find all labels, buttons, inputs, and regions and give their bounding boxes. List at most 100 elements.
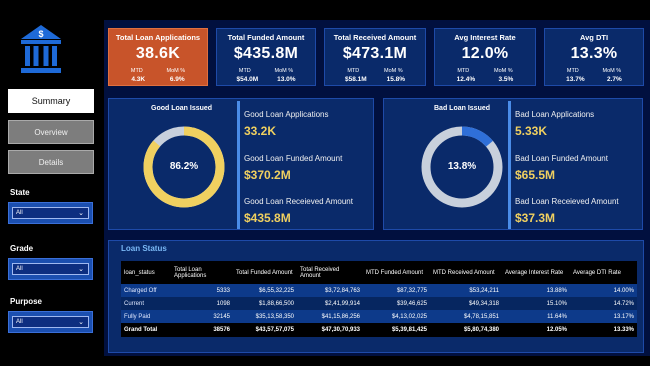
table-cell: 32145	[171, 310, 233, 323]
kpi-mom-label: MoM %	[166, 68, 186, 74]
nav-details-button[interactable]: Details	[8, 150, 94, 174]
kpi-title: Total Received Amount	[333, 33, 417, 42]
bad-applications-value: 5.33K	[515, 124, 548, 138]
column-header[interactable]: Total Funded Amount	[233, 261, 297, 284]
grade-filter-dropdown[interactable]: All ⌄	[8, 258, 93, 280]
purpose-filter-label: Purpose	[10, 297, 43, 306]
table-row[interactable]: Current 1098 $1,88,66,500 $2,41,99,914 $…	[121, 297, 637, 310]
table-cell: $53,24,211	[430, 284, 502, 297]
kpi-total-loan-applications[interactable]: Total Loan Applications 38.6K MTD MoM % 4…	[108, 28, 208, 86]
table-cell: 11.64%	[502, 310, 570, 323]
kpi-mtd-label: MTD	[238, 68, 251, 74]
table-cell: 15.10%	[502, 297, 570, 310]
loan-status-table: loan_status Total Loan Applications Tota…	[121, 261, 637, 337]
kpi-mtd-label: MTD	[347, 68, 360, 74]
table-cell: 14.00%	[570, 284, 637, 297]
chevron-down-icon: ⌄	[78, 266, 84, 273]
table-header-row: loan_status Total Loan Applications Tota…	[121, 261, 637, 284]
table-row[interactable]: Fully Paid 32145 $35,13,58,350 $41,15,86…	[121, 310, 637, 323]
table-cell: $39,46,625	[363, 297, 430, 310]
table-cell: $47,30,70,933	[297, 323, 363, 337]
kpi-total-funded-amount[interactable]: Total Funded Amount $435.8M MTD MoM % $54…	[216, 28, 316, 86]
kpi-mtd-value: $58.1M	[344, 76, 367, 83]
kpi-mom-value: 3.5%	[498, 76, 514, 83]
sidebar: $ Summary Overview Details State All ⌄ Gr…	[0, 0, 104, 366]
bad-funded-label: Bad Loan Funded Amount	[515, 154, 608, 163]
purpose-filter-value: All	[16, 319, 23, 325]
column-header[interactable]: loan_status	[121, 261, 171, 284]
chevron-down-icon: ⌄	[78, 210, 84, 217]
bad-received-label: Bad Loan Receieved Amount	[515, 197, 619, 206]
kpi-value: $435.8M	[233, 45, 299, 62]
table-cell: $41,15,86,256	[297, 310, 363, 323]
table-cell: $4,13,02,025	[363, 310, 430, 323]
grade-filter-value: All	[16, 266, 23, 272]
kpi-mtd-value: 13.7%	[566, 76, 585, 83]
table-cell: $35,13,58,350	[233, 310, 297, 323]
loan-status-title: Loan Status	[121, 244, 167, 253]
bank-icon: $	[21, 25, 61, 73]
table-cell: 14.72%	[570, 297, 637, 310]
table-cell: $49,34,318	[430, 297, 502, 310]
loan-status-panel: Loan Status loan_status Total Loan Appli…	[108, 240, 644, 353]
bad-funded-value: $65.5M	[515, 168, 556, 182]
good-received-value: $435.8M	[244, 211, 291, 225]
kpi-value: 38.6K	[135, 45, 181, 62]
column-header[interactable]: MTD Received Amount	[430, 261, 502, 284]
kpi-mom-value: 2.7%	[606, 76, 622, 83]
divider	[237, 101, 240, 229]
kpi-mom-value: 15.8%	[386, 76, 406, 83]
divider	[508, 101, 511, 229]
table-total-row: Grand Total 38576 $43,57,57,075 $47,30,7…	[121, 323, 637, 337]
good-loan-card: Good Loan Issued 86.2% Good Loan Applica…	[108, 98, 374, 230]
bad-loan-card: Bad Loan Issued 13.8% Bad Loan Applicati…	[383, 98, 643, 230]
state-filter-dropdown[interactable]: All ⌄	[8, 202, 93, 224]
table-cell: $43,57,57,075	[233, 323, 297, 337]
purpose-filter-dropdown[interactable]: All ⌄	[8, 311, 93, 333]
column-header[interactable]: Total Received Amount	[297, 261, 363, 284]
kpi-avg-interest-rate[interactable]: Avg Interest Rate 12.0% MTD MoM % 12.4% 3.…	[434, 28, 536, 86]
table-cell: $3,72,84,763	[297, 284, 363, 297]
table-cell: Fully Paid	[121, 310, 171, 323]
good-funded-value: $370.2M	[244, 168, 291, 182]
table-cell: $87,32,775	[363, 284, 430, 297]
column-header[interactable]: Average DTI Rate	[570, 261, 637, 284]
table-cell: 13.17%	[570, 310, 637, 323]
bad-applications-label: Bad Loan Applications	[515, 110, 595, 119]
grade-filter-label: Grade	[10, 244, 34, 253]
kpi-mtd-label: MTD	[457, 68, 470, 74]
kpi-title: Avg Interest Rate	[454, 33, 516, 42]
table-cell: Current	[121, 297, 171, 310]
table-row[interactable]: Charged Off 5333 $6,55,32,225 $3,72,84,7…	[121, 284, 637, 297]
table-cell: $6,55,32,225	[233, 284, 297, 297]
kpi-mtd-value: 12.4%	[456, 76, 476, 83]
good-loan-title: Good Loan Issued	[151, 105, 213, 112]
table-cell: $5,39,81,425	[363, 323, 430, 337]
nav-overview-button[interactable]: Overview	[8, 120, 94, 144]
kpi-mom-label: MoM %	[274, 68, 294, 74]
column-header[interactable]: MTD Funded Amount	[363, 261, 430, 284]
kpi-title: Total Loan Applications	[115, 33, 201, 42]
good-received-label: Good Loan Receieved Amount	[244, 197, 353, 206]
table-cell: $4,78,15,851	[430, 310, 502, 323]
good-applications-value: 33.2K	[244, 124, 277, 138]
kpi-mom-label: MoM %	[384, 68, 403, 74]
table-cell: Grand Total	[121, 323, 171, 337]
nav-summary-button[interactable]: Summary	[8, 89, 94, 113]
kpi-mtd-label: MTD	[566, 68, 579, 74]
table-cell: 12.05%	[502, 323, 570, 337]
kpi-mom-label: MoM %	[602, 68, 622, 74]
table-cell: 38576	[171, 323, 233, 337]
kpi-value: 13.3%	[570, 45, 618, 62]
column-header[interactable]: Total Loan Applications	[171, 261, 233, 284]
kpi-value: 12.0%	[461, 45, 509, 62]
kpi-avg-dti[interactable]: Avg DTI 13.3% MTD MoM % 13.7% 2.7%	[544, 28, 644, 86]
kpi-mom-value: 6.9%	[169, 76, 185, 83]
kpi-title: Avg DTI	[579, 33, 609, 42]
kpi-total-received-amount[interactable]: Total Received Amount $473.1M MTD MoM % $…	[324, 28, 426, 86]
good-funded-label: Good Loan Funded Amount	[244, 154, 343, 163]
table-cell: $2,41,99,914	[297, 297, 363, 310]
bad-received-value: $37.3M	[515, 211, 556, 225]
column-header[interactable]: Average Interest Rate	[502, 261, 570, 284]
state-filter-label: State	[10, 188, 30, 197]
